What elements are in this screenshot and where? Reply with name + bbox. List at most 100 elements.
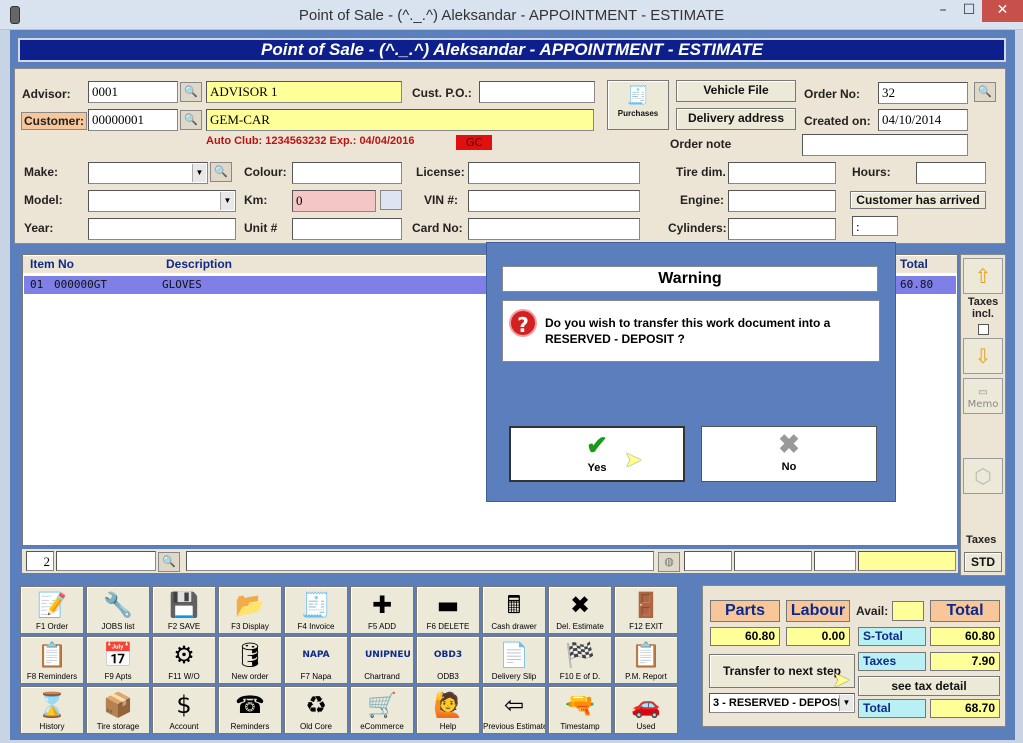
column-total[interactable]: Total [900, 257, 928, 271]
toolbar-button-f3-display[interactable]: 📂 F3 Display [218, 586, 282, 634]
toolbar-button-f11-w-o[interactable]: ⚙ F11 W/O [152, 636, 216, 684]
toolbar-button-label: F8 Reminders [26, 672, 78, 681]
toolbar-button-delivery-slip[interactable]: 📄 Delivery Slip [482, 636, 546, 684]
delivery-address-button[interactable]: Delivery address [676, 108, 796, 130]
gc-badge: GC [456, 135, 492, 150]
km-field[interactable]: 0 [292, 190, 376, 212]
taxes-total-label: Taxes [858, 652, 926, 671]
toolbar-button-old-core[interactable]: ♻ Old Core [284, 686, 348, 734]
year-label: Year: [24, 221, 54, 235]
toolbar-button-label: F3 Display [231, 622, 269, 631]
toolbar-button-used[interactable]: 🚗 Used [614, 686, 678, 734]
arrival-time-field[interactable]: : [852, 216, 898, 236]
km-picker-button[interactable] [380, 190, 402, 210]
toolbar-button-f5-add[interactable]: ✚ F5 ADD [350, 586, 414, 634]
cart-icon: 🛒 [367, 691, 397, 719]
disabled-hex-button[interactable]: ⬡ [963, 458, 1003, 494]
purchases-button[interactable]: 🧾 Purchases [607, 80, 669, 130]
column-item-no[interactable]: Item No [30, 257, 74, 271]
std-button[interactable]: STD [964, 552, 1002, 572]
toolbar-button-help[interactable]: 🙋 Help [416, 686, 480, 734]
cylinders-label: Cylinders: [668, 221, 727, 235]
toolbar-button-del-estimate[interactable]: ✖ Del. Estimate [548, 586, 612, 634]
tire-dim-field[interactable] [728, 162, 836, 184]
item-lookup-button[interactable]: 🔍 [158, 552, 180, 572]
toolbar-button-label: F7 Napa [300, 672, 332, 681]
unit-field[interactable] [292, 218, 402, 240]
order-lookup-button[interactable]: 🔍 [974, 82, 996, 102]
advisor-lookup-button[interactable]: 🔍 [180, 82, 202, 102]
toolbar-button-label: Account [169, 722, 199, 731]
toolbar-button-tire-storage[interactable]: 📦 Tire storage [86, 686, 150, 734]
report-icon: 📋 [631, 641, 661, 669]
move-up-button[interactable]: ⇧ [963, 258, 1003, 294]
toolbar-button-jobs-list[interactable]: 🔧 JOBS list [86, 586, 150, 634]
make-select[interactable]: ▼ [88, 162, 208, 184]
toolbar-button-new-order[interactable]: 🛢 New order [218, 636, 282, 684]
year-field[interactable] [88, 218, 236, 240]
cash-drawer-icon: 🖩 [506, 591, 522, 619]
toolbar-button-f12-exit[interactable]: 🚪 F12 EXIT [614, 586, 678, 634]
qty-entry[interactable] [684, 551, 732, 571]
toolbar-button-f4-invoice[interactable]: 🧾 F4 Invoice [284, 586, 348, 634]
toolbar-button-f7-napa[interactable]: NAPA F7 Napa [284, 636, 348, 684]
cylinders-field[interactable] [728, 218, 836, 240]
customer-lookup-button[interactable]: 🔍 [180, 110, 202, 130]
toolbar-button-f9-apts[interactable]: 📅 F9 Apts [86, 636, 150, 684]
yes-button[interactable]: ✔ Yes [509, 426, 685, 482]
taxes-incl-checkbox[interactable] [978, 324, 989, 335]
toolbar-button-ecommerce[interactable]: 🛒 eCommerce [350, 686, 414, 734]
engine-field[interactable] [728, 190, 836, 212]
model-select[interactable]: ▼ [88, 190, 236, 212]
status-select[interactable]: 3 - RESERVED - DEPOSIT ▼ [709, 693, 855, 713]
see-tax-detail-button[interactable]: see tax detail [858, 676, 1000, 696]
vin-field[interactable] [468, 190, 640, 212]
toolbar-button-previous-estimate[interactable]: ⇦ Previous Estimate [482, 686, 546, 734]
toolbar-button-f1-order[interactable]: 📝 F1 Order [20, 586, 84, 634]
toolbar-button-p-m-report[interactable]: 📋 P.M. Report [614, 636, 678, 684]
description-entry[interactable] [186, 551, 654, 571]
customer-arrived-button[interactable]: Customer has arrived [850, 191, 986, 209]
hours-field[interactable] [916, 162, 986, 184]
toolbar-button-reminders[interactable]: ☎ Reminders [218, 686, 282, 734]
toolbar-button-f6-delete[interactable]: ▬ F6 DELETE [416, 586, 480, 634]
move-down-button[interactable]: ⇩ [963, 338, 1003, 374]
labour-header: Labour [786, 600, 850, 622]
minimize-button[interactable]: – [930, 0, 956, 22]
back-arrow-icon: ⇦ [503, 691, 525, 719]
toolbar-button-timestamp[interactable]: 🔫 Timestamp [548, 686, 612, 734]
make-lookup-button[interactable]: 🔍 [210, 162, 232, 182]
advisor-code-field[interactable]: 0001 [88, 81, 178, 103]
toolbar-button-account[interactable]: $ Account [152, 686, 216, 734]
tire-icon-button[interactable]: ◍ [658, 552, 680, 572]
toolbar-button-history[interactable]: ⌛ History [20, 686, 84, 734]
vehicle-file-button[interactable]: Vehicle File [676, 80, 796, 102]
memo-button[interactable]: ▭ Memo [963, 378, 1003, 414]
customer-code-field[interactable]: 00000001 [88, 109, 178, 131]
toolbar-button-f8-reminders[interactable]: 📋 F8 Reminders [20, 636, 84, 684]
advisor-name-field[interactable]: ADVISOR 1 [206, 81, 402, 103]
toolbar-button-chartrand[interactable]: UNIPNEU Chartrand [350, 636, 414, 684]
toolbar-button-f10-e-of-d[interactable]: 🏁 F10 E of D. [548, 636, 612, 684]
order-no-field[interactable]: 32 [878, 82, 968, 104]
discount-entry[interactable] [814, 551, 856, 571]
card-no-field[interactable] [468, 218, 640, 240]
license-field[interactable] [468, 162, 640, 184]
order-note-field[interactable] [802, 134, 968, 156]
grand-total-value: 68.70 [930, 699, 1000, 718]
price-entry[interactable] [734, 551, 812, 571]
no-button[interactable]: ✖ No [701, 426, 877, 482]
toolbar-button-label: F1 Order [35, 622, 68, 631]
colour-field[interactable] [292, 162, 402, 184]
toolbar-button-f2-save[interactable]: 💾 F2 SAVE [152, 586, 216, 634]
toolbar-button-label: History [39, 722, 65, 731]
column-description[interactable]: Description [166, 257, 232, 271]
line-count-field: 2 [26, 551, 54, 571]
close-button[interactable]: ✕ [982, 0, 1023, 22]
maximize-button[interactable]: ☐ [956, 0, 982, 22]
toolbar-button-cash-drawer[interactable]: 🖩 Cash drawer [482, 586, 546, 634]
toolbar-button-odb3[interactable]: OBD3 ODB3 [416, 636, 480, 684]
customer-name-field[interactable]: GEM-CAR [206, 109, 594, 131]
cust-po-field[interactable] [479, 81, 595, 103]
item-code-entry[interactable] [56, 551, 156, 571]
